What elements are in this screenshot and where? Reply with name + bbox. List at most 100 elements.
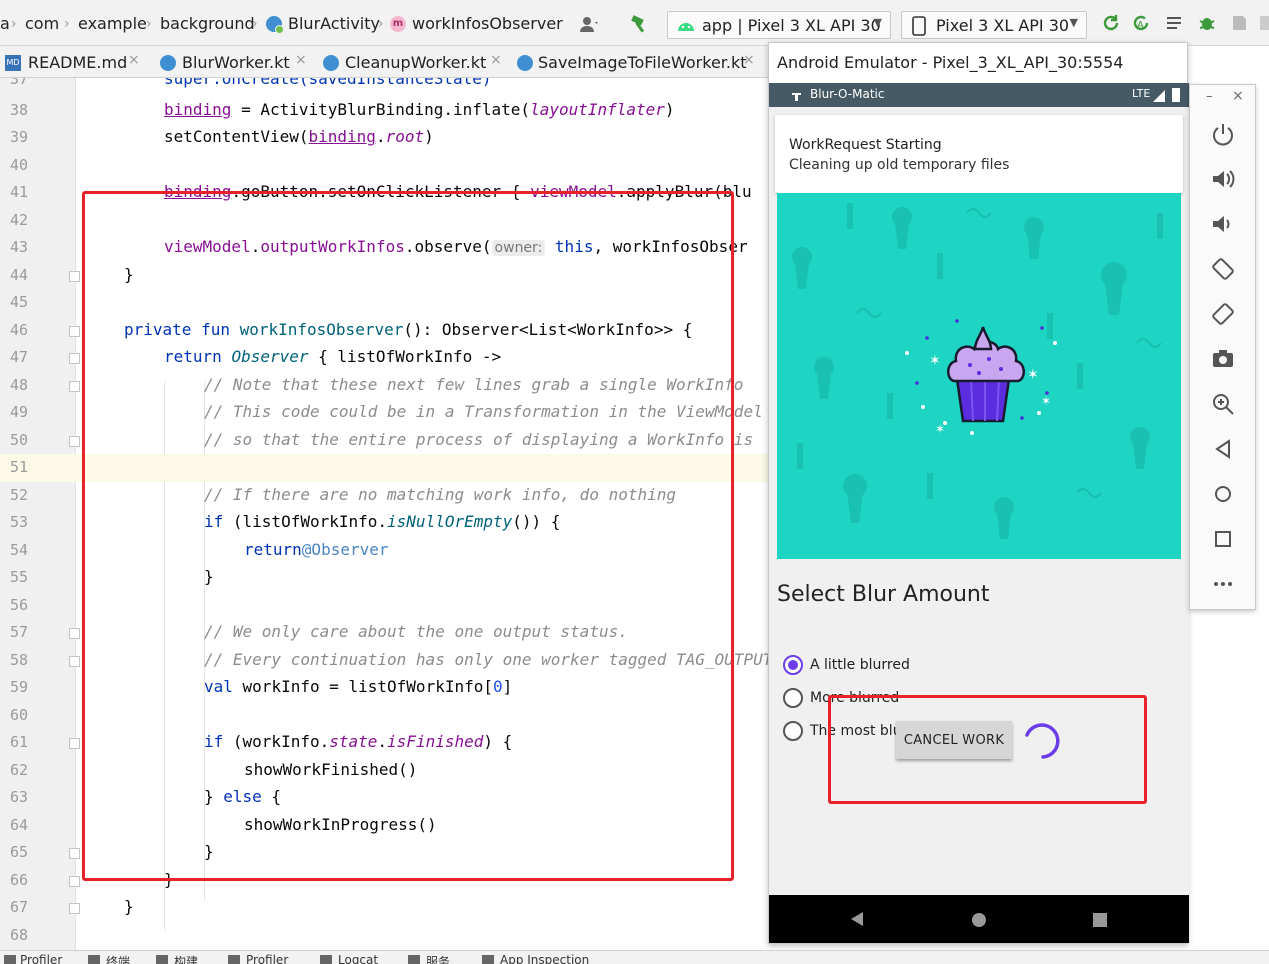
breadcrumb-root[interactable]: a bbox=[0, 14, 10, 34]
breadcrumb-chevron-icon: › bbox=[378, 16, 384, 32]
line-number: 55 bbox=[9, 568, 28, 586]
device-dropdown[interactable]: Pixel 3 XL API 30 ▼ bbox=[901, 11, 1087, 39]
fold-marker-icon[interactable] bbox=[69, 903, 80, 914]
profiler-icon[interactable] bbox=[1228, 13, 1250, 35]
code-token: . bbox=[377, 732, 388, 751]
code-line: 63 } else { bbox=[0, 784, 768, 812]
phone-device-icon bbox=[912, 16, 926, 40]
user-account-icon[interactable] bbox=[578, 13, 600, 35]
radio-unchecked-icon[interactable] bbox=[783, 688, 803, 708]
code-text: } bbox=[204, 567, 214, 586]
fold-marker-icon[interactable] bbox=[69, 271, 80, 282]
code-line-active: 51 bbox=[0, 454, 768, 482]
bottom-tab-build[interactable]: 构建 bbox=[174, 953, 198, 964]
breadcrumb-work-infos-observer[interactable]: workInfosObserver bbox=[412, 14, 563, 34]
code-token: workInfo = listOfWorkInfo[ bbox=[232, 677, 493, 696]
breadcrumb-background[interactable]: background bbox=[160, 14, 255, 34]
nav-overview-icon[interactable] bbox=[1092, 912, 1108, 932]
fold-marker-icon[interactable] bbox=[69, 738, 80, 749]
volume-up-icon[interactable] bbox=[1210, 166, 1236, 192]
code-token: { bbox=[261, 787, 282, 806]
apply-changes-restart-icon[interactable] bbox=[1100, 13, 1122, 35]
chevron-down-icon: ▼ bbox=[1069, 16, 1078, 29]
code-token: layoutInflater bbox=[530, 100, 665, 119]
bottom-tab-app-inspection[interactable]: App Inspection bbox=[500, 953, 589, 964]
tab-cleanup-worker[interactable]: CleanupWorker.kt × bbox=[318, 46, 512, 78]
back-icon[interactable] bbox=[1210, 436, 1236, 462]
phone-status-bar: Blur-O-Matic LTE bbox=[769, 83, 1189, 107]
overview-icon[interactable] bbox=[1210, 526, 1236, 552]
code-text: showWorkInProgress() bbox=[244, 815, 437, 834]
code-text: } bbox=[164, 870, 174, 889]
code-line: 55 } bbox=[0, 564, 768, 592]
bottom-tab-logcat[interactable]: Logcat bbox=[338, 953, 378, 964]
close-icon[interactable]: × bbox=[295, 52, 307, 68]
fold-marker-icon[interactable] bbox=[69, 353, 80, 364]
zoom-icon[interactable] bbox=[1210, 391, 1236, 417]
fold-marker-icon[interactable] bbox=[69, 628, 80, 639]
code-token: private fun bbox=[124, 320, 240, 339]
tab-save-image-worker[interactable]: SaveImageToFileWorker.kt × bbox=[512, 46, 768, 78]
emulator-window[interactable]: Android Emulator - Pixel_3_XL_API_30:555… bbox=[768, 42, 1189, 944]
code-line: 61 if (workInfo.state.isFinished) { bbox=[0, 729, 768, 757]
cancel-work-button[interactable]: CANCEL WORK bbox=[896, 721, 1012, 759]
fold-marker-icon[interactable] bbox=[69, 656, 80, 667]
code-token: isFinished bbox=[387, 732, 484, 751]
phone-navigation-bar bbox=[769, 895, 1189, 943]
bottom-tab-terminal[interactable]: 终端 bbox=[106, 953, 130, 964]
more-icon[interactable] bbox=[1210, 571, 1236, 597]
code-editor[interactable]: 37 super.onCreate(savedInstanceState) 38… bbox=[0, 78, 768, 950]
breadcrumb-example[interactable]: example bbox=[78, 14, 147, 34]
code-token: setContentView( bbox=[164, 127, 309, 146]
tab-blur-worker[interactable]: BlurWorker.kt × bbox=[155, 46, 315, 78]
radio-label: More blurred bbox=[810, 690, 900, 706]
bottom-tab-services[interactable]: 服务 bbox=[426, 953, 450, 964]
code-line: 45 bbox=[0, 289, 768, 317]
logcat-list-icon[interactable] bbox=[1164, 13, 1186, 35]
rotate-left-icon[interactable] bbox=[1210, 256, 1236, 282]
apply-code-changes-icon[interactable]: A bbox=[1130, 13, 1152, 35]
radio-unchecked-icon[interactable] bbox=[783, 721, 803, 741]
attach-debugger-icon[interactable] bbox=[1254, 13, 1269, 35]
home-icon[interactable] bbox=[1210, 481, 1236, 507]
profiler-icon bbox=[4, 955, 16, 964]
run-configuration-dropdown[interactable]: app | Pixel 3 XL API 30 ▼ bbox=[667, 11, 891, 39]
close-icon[interactable]: × bbox=[128, 52, 140, 68]
line-number: 40 bbox=[9, 156, 28, 174]
device-label: Pixel 3 XL API 30 bbox=[936, 16, 1070, 35]
breadcrumb-blur-activity[interactable]: BlurActivity bbox=[288, 14, 380, 34]
volume-down-icon[interactable] bbox=[1210, 211, 1236, 237]
line-number: 41 bbox=[9, 183, 28, 201]
notification-card[interactable]: WorkRequest Starting Cleaning up old tem… bbox=[775, 115, 1183, 193]
fold-marker-icon[interactable] bbox=[69, 436, 80, 447]
nav-back-icon[interactable] bbox=[849, 911, 865, 931]
power-icon[interactable] bbox=[1210, 121, 1236, 147]
fold-marker-icon[interactable] bbox=[69, 381, 80, 392]
build-icon bbox=[156, 955, 168, 964]
fold-marker-icon[interactable] bbox=[69, 848, 80, 859]
bottom-tab-profiler-2[interactable]: Profiler bbox=[246, 953, 288, 964]
nav-home-icon[interactable] bbox=[971, 912, 987, 932]
bottom-tab-profiler[interactable]: Profiler bbox=[20, 953, 62, 964]
code-comment: // Note that these next few lines grab a… bbox=[204, 375, 744, 394]
tab-readme[interactable]: MD README.md × bbox=[0, 46, 155, 78]
close-icon[interactable]: × bbox=[1232, 88, 1244, 104]
rotate-right-icon[interactable] bbox=[1210, 301, 1236, 327]
code-line: 59 val workInfo = listOfWorkInfo[0] bbox=[0, 674, 768, 702]
minimize-icon[interactable]: – bbox=[1206, 89, 1213, 104]
camera-icon[interactable] bbox=[1210, 346, 1236, 372]
close-icon[interactable]: × bbox=[490, 52, 502, 68]
fold-marker-icon[interactable] bbox=[69, 326, 80, 337]
close-icon[interactable]: × bbox=[743, 52, 755, 68]
code-token: if bbox=[204, 512, 224, 531]
line-number: 59 bbox=[9, 678, 28, 696]
line-number: 44 bbox=[9, 266, 28, 284]
radio-checked-icon[interactable] bbox=[783, 655, 803, 675]
bottom-tool-bar: Profiler 终端 构建 Profiler Logcat 服务 App In… bbox=[0, 950, 1269, 964]
debug-bug-icon[interactable] bbox=[1196, 13, 1218, 35]
breadcrumb-com[interactable]: com bbox=[25, 14, 59, 34]
build-hammer-icon[interactable] bbox=[629, 13, 651, 35]
tab-label: README.md bbox=[28, 53, 128, 72]
fold-marker-icon[interactable] bbox=[69, 876, 80, 887]
code-line: 46 private fun workInfosObserver(): Obse… bbox=[0, 317, 768, 345]
